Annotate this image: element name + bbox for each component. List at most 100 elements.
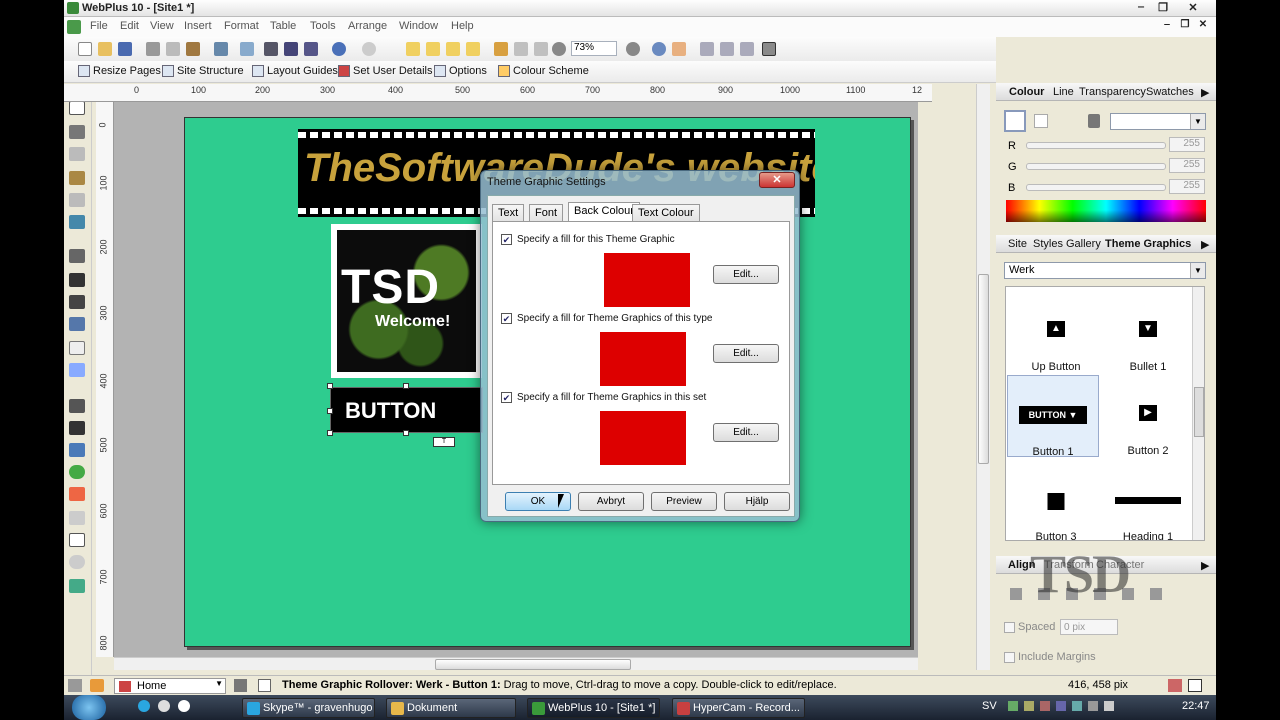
dialog-tab-back-colour[interactable]: Back Colour [568,202,640,222]
sound-tool-icon[interactable] [69,399,85,413]
bring-front-icon[interactable] [406,42,420,56]
open-icon[interactable] [98,42,112,56]
doc-minimize-button[interactable]: ‒ [1158,19,1176,33]
tab-site[interactable]: Site [1008,238,1027,250]
tab-swatches[interactable]: Swatches [1146,86,1194,98]
selection-handle[interactable] [327,408,333,414]
task-webplus[interactable]: WebPlus 10 - [Site1 *] [527,698,660,718]
flip-icon[interactable] [534,42,548,56]
menu-tools[interactable]: Tools [310,20,336,32]
page-manager-icon[interactable] [234,679,247,692]
resize-pages-button[interactable]: Resize Pages [78,65,161,77]
fill-this-checkbox[interactable]: ✔ [501,234,512,245]
menu-insert[interactable]: Insert [184,20,212,32]
ruler-origin[interactable] [114,84,132,102]
channel-b-value[interactable]: 255 [1169,179,1205,194]
gallery-item-button-1[interactable]: BUTTON ▼ Button 1 [1007,375,1099,458]
skype-quicklaunch-icon[interactable] [138,700,150,712]
fill-tool-icon[interactable] [69,193,85,207]
menu-arrange[interactable]: Arrange [348,20,387,32]
document-icon[interactable] [67,20,81,34]
html-fragment-icon[interactable] [69,533,85,547]
set-user-details-button[interactable]: Set User Details [338,65,432,77]
spaced-checkbox[interactable] [1004,622,1015,633]
view-tool-icon[interactable] [69,215,85,229]
dialog-tab-text[interactable]: Text [492,204,525,221]
options-button[interactable]: Options [434,65,487,77]
logo-graphic[interactable]: TSD Welcome! [331,224,482,378]
gallery-item-button-3[interactable]: Button 3 [1010,461,1102,540]
tab-line[interactable]: Line [1053,86,1074,98]
crop-tool-icon[interactable] [69,147,85,161]
channel-g-value[interactable]: 255 [1169,158,1205,173]
task-skype[interactable]: Skype™ - gravenhugo [242,698,375,718]
full-page-icon[interactable] [740,42,754,56]
menu-table[interactable]: Table [270,20,296,32]
tray-icon[interactable] [1008,701,1018,711]
tab-theme-graphics[interactable]: Theme Graphics [1105,238,1191,250]
web-object-icon[interactable] [69,511,85,525]
panel-menu-arrow-icon[interactable]: ▶ [1201,559,1209,572]
new-icon[interactable] [78,42,92,56]
channel-b-slider[interactable] [1026,184,1166,191]
tab-transparency[interactable]: Transparency [1079,86,1146,98]
menu-edit[interactable]: Edit [120,20,139,32]
volume-icon[interactable] [1104,701,1114,711]
preview-site-icon[interactable] [264,42,278,56]
spaced-input[interactable]: 0 pix [1060,619,1118,635]
save-icon[interactable] [118,42,132,56]
navbar-tool-icon[interactable] [69,421,85,435]
doc-restore-button[interactable]: ❐ [1176,19,1194,33]
zoom-combo[interactable]: 73% [571,41,617,56]
close-button[interactable]: ✕ [1184,1,1202,15]
fill-type-edit-button[interactable]: Edit... [713,344,779,363]
preview-page-icon[interactable] [284,42,298,56]
horizontal-scroll-thumb[interactable] [435,659,631,670]
zoom-tool-icon[interactable] [652,42,666,56]
picture-tool-icon[interactable] [69,317,85,331]
theme-set-select[interactable]: Werk ▼ [1004,262,1206,279]
publish-site-icon[interactable] [304,42,318,56]
publish-icon[interactable] [214,42,228,56]
page-properties-icon[interactable] [258,679,271,692]
zoom-out-icon[interactable] [552,42,566,56]
backward-icon[interactable] [446,42,460,56]
gallery-item-up-button[interactable]: ▲ Up Button [1010,291,1102,373]
gallery-item-bullet-1[interactable]: ▼ Bullet 1 [1102,291,1194,373]
page-select[interactable]: Home ▼ [114,678,226,694]
forward-icon[interactable] [426,42,440,56]
layout-guides-button[interactable]: Layout Guides [252,65,338,77]
tab-gallery[interactable]: Gallery [1066,238,1101,250]
menu-view[interactable]: View [150,20,174,32]
redo-icon[interactable] [362,42,376,56]
horizontal-scrollbar[interactable] [114,657,918,670]
panel-menu-arrow-icon[interactable]: ▶ [1201,238,1209,251]
fill-set-checkbox[interactable]: ✔ [501,392,512,403]
tray-icon[interactable] [1072,701,1082,711]
line-swatch-icon[interactable] [1034,114,1048,128]
page-width-icon[interactable] [720,42,734,56]
include-margins-checkbox[interactable] [1004,652,1015,663]
colour-scheme-button[interactable]: Colour Scheme [498,65,589,77]
channel-r-slider[interactable] [1026,142,1166,149]
vertical-scrollbar[interactable] [976,84,990,670]
selection-handle[interactable] [403,383,409,389]
callout-tool-icon[interactable] [69,341,85,355]
tab-colour[interactable]: Colour [1009,86,1044,98]
undo-icon[interactable] [332,42,346,56]
fill-this-edit-button[interactable]: Edit... [713,265,779,284]
flash-tool-icon[interactable] [69,465,85,479]
rss-tool-icon[interactable] [69,487,85,501]
snapping-icon[interactable] [1168,679,1182,692]
menu-window[interactable]: Window [399,20,438,32]
cancel-button[interactable]: Avbryt [578,492,644,511]
gallery-scroll-thumb[interactable] [1194,387,1204,437]
selection-handle[interactable] [327,430,333,436]
pointer-tool-icon[interactable] [69,101,85,115]
theme-button-graphic[interactable]: BUTTON [330,387,483,433]
task-dokument[interactable]: Dokument [386,698,516,718]
fill-set-edit-button[interactable]: Edit... [713,423,779,442]
gallery-item-button-2[interactable]: ▶ Button 2 [1102,375,1194,457]
dialog-close-button[interactable]: ✕ [759,172,795,188]
send-back-icon[interactable] [466,42,480,56]
